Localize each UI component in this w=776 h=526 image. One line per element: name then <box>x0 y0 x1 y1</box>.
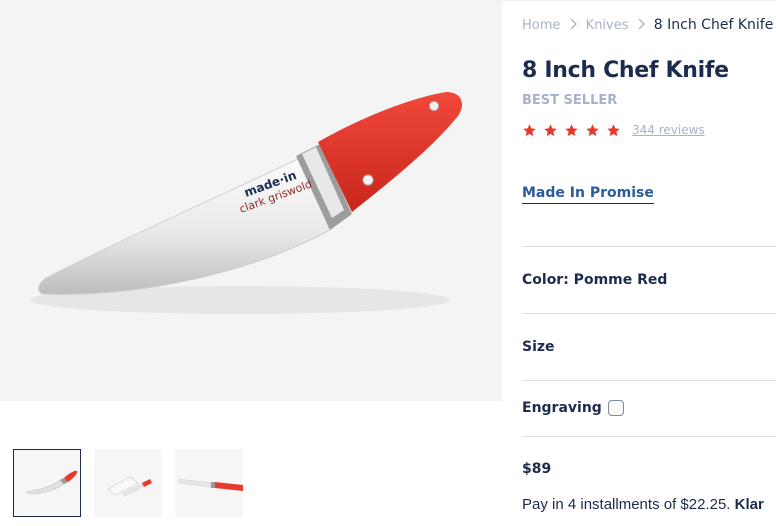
size-option[interactable]: Size <box>522 339 555 355</box>
made-in-promise-link[interactable]: Made In Promise <box>522 185 654 204</box>
thumbnail-3[interactable] <box>175 449 243 517</box>
divider <box>522 436 776 437</box>
breadcrumb-current: 8 Inch Chef Knife <box>653 17 774 33</box>
thumb-packaging-icon <box>107 476 152 497</box>
star-icon <box>607 124 620 137</box>
divider <box>522 313 776 314</box>
thumb-knife-side-icon <box>178 478 243 491</box>
star-icon <box>586 124 599 137</box>
chevron-right-icon <box>570 18 577 30</box>
engraving-checkbox[interactable] <box>608 400 624 416</box>
thumbnail-1[interactable] <box>13 449 81 517</box>
product-title: 8 Inch Chef Knife <box>522 58 729 83</box>
divider <box>522 380 776 381</box>
breadcrumb-home[interactable]: Home <box>522 18 560 33</box>
klarna-logo[interactable]: Klar <box>735 496 764 513</box>
reviews-link[interactable]: 344 reviews <box>632 123 705 137</box>
star-icon <box>565 124 578 137</box>
chevron-right-icon <box>638 18 645 30</box>
divider <box>522 246 776 247</box>
star-rating[interactable] <box>522 123 627 139</box>
product-main-image[interactable]: made·in clark griswold <box>0 0 502 401</box>
thumb-knife-icon <box>25 470 78 495</box>
installments-copy: Pay in 4 installments of $22.25. <box>522 496 731 513</box>
star-icon <box>544 124 557 137</box>
product-price: $89 <box>522 461 552 477</box>
color-option[interactable]: Color: Pomme Red <box>522 272 667 288</box>
knife-illustration: made·in clark griswold <box>30 92 462 314</box>
installments-text: Pay in 4 installments of $22.25. Klar <box>522 496 764 513</box>
best-seller-badge: BEST SELLER <box>522 93 618 108</box>
engraving-label: Engraving <box>522 400 602 416</box>
breadcrumb: Home Knives 8 Inch Chef Knife <box>522 17 773 37</box>
star-icon <box>523 124 536 137</box>
thumbnail-2[interactable] <box>94 449 162 517</box>
breadcrumb-knives[interactable]: Knives <box>586 18 629 33</box>
